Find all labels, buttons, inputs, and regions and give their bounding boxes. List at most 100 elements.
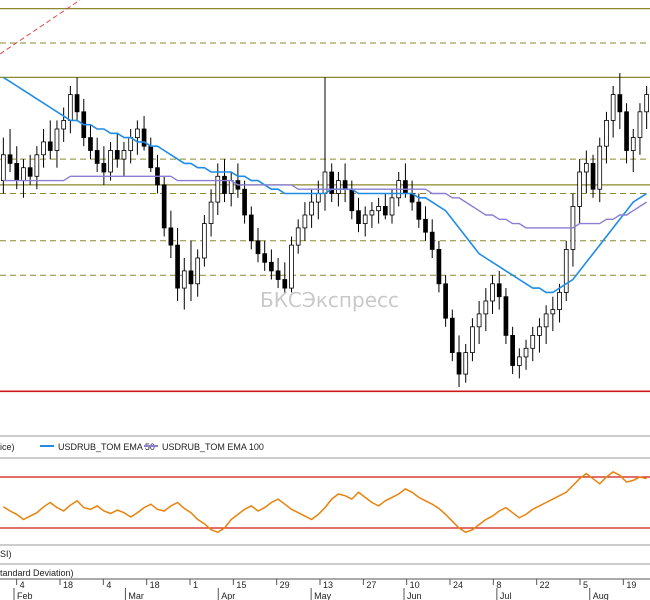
candle-body <box>295 227 301 246</box>
candle-body <box>1 154 6 182</box>
x-tick-label: 15 <box>236 580 246 590</box>
candle-body <box>275 270 281 280</box>
candles <box>1 73 649 387</box>
candle-body <box>148 145 154 169</box>
candle-body <box>590 162 596 190</box>
x-tick-label: 18 <box>150 580 160 590</box>
candle-body <box>423 218 428 233</box>
candle-body <box>476 313 482 328</box>
candle-body <box>496 283 502 298</box>
candle-body <box>362 214 368 224</box>
candle-body <box>181 270 187 289</box>
candle-body <box>309 201 314 216</box>
candle-body <box>550 309 556 315</box>
x-tick-label: 4 <box>106 580 111 590</box>
candle-body <box>27 167 33 177</box>
month-label: Apr <box>221 591 235 600</box>
candle-body <box>530 334 536 349</box>
candle-body <box>269 261 274 272</box>
candle-body <box>443 283 448 319</box>
candle-body <box>369 210 375 216</box>
candle-body <box>14 162 20 181</box>
candle-body <box>597 145 603 190</box>
candle-body <box>630 137 636 151</box>
candle-body <box>463 352 469 375</box>
candle-body <box>302 214 308 229</box>
candle-body <box>94 150 100 164</box>
candle-body <box>282 279 288 289</box>
candle-body <box>429 231 435 250</box>
month-label: Aug <box>593 591 609 600</box>
candle-body <box>195 257 201 285</box>
candle-body <box>168 227 174 246</box>
price-panel: БКСЭкспресс <box>0 0 650 393</box>
month-label: May <box>314 591 332 600</box>
candle-body <box>503 296 509 336</box>
candle-body <box>21 167 26 181</box>
chart-canvas: БКСЭкспресс ice) USDRUB_TOM EMA 50 USDRU… <box>0 0 650 600</box>
candle-body <box>577 171 582 207</box>
candle-body <box>161 184 167 229</box>
candle-body <box>563 248 569 293</box>
candle-body <box>537 326 542 336</box>
candle-body <box>121 150 127 160</box>
candle-body <box>34 154 40 177</box>
candle-body <box>222 175 227 194</box>
candle-body <box>41 141 46 156</box>
candle-body <box>188 270 194 285</box>
candle-body <box>322 171 328 194</box>
candle-body <box>624 111 629 151</box>
lower-legend-partial-text: tandard Deviation) <box>0 568 74 578</box>
candle-body <box>74 94 80 113</box>
candle-body <box>543 313 549 328</box>
candle-body <box>617 94 623 113</box>
candle-body <box>342 180 348 190</box>
x-tick-label: 19 <box>626 580 636 590</box>
candle-body <box>289 244 294 289</box>
watermark: БКСЭкспресс <box>260 288 399 312</box>
x-tick-label: 13 <box>323 580 333 590</box>
candle-body <box>449 317 455 354</box>
candle-body <box>248 214 254 242</box>
candle-body <box>456 352 462 375</box>
candle-body <box>88 137 93 151</box>
candle-body <box>242 188 247 216</box>
candle-body <box>583 162 589 173</box>
candle-body <box>7 154 13 164</box>
candle-body <box>523 347 529 358</box>
candle-body <box>349 188 355 212</box>
oscillator-panel <box>0 471 650 534</box>
candle-body <box>389 197 395 216</box>
x-tick-label: 27 <box>366 580 376 590</box>
candle-body <box>108 150 113 173</box>
oscillator-line <box>3 471 647 534</box>
candle-body <box>637 111 643 139</box>
candle-body <box>262 253 268 263</box>
x-tick-label: 18 <box>63 580 73 590</box>
candle-body <box>54 128 60 151</box>
candle-body <box>356 210 361 224</box>
month-label: Feb <box>17 591 33 600</box>
candle-body <box>101 162 107 173</box>
legend: ice) USDRUB_TOM EMA 50 USDRUB_TOM EMA 10… <box>0 442 264 452</box>
candle-body <box>61 120 67 130</box>
x-axis: 4 18 4 18 1 15 29 13 27 10 24 8 22 5 19Feb Mar Apr May Jun… <box>13 579 636 600</box>
candle-body <box>416 201 422 220</box>
x-tick-label: 10 <box>410 580 420 590</box>
candle-body <box>47 141 53 151</box>
x-tick-label: 29 <box>280 580 290 590</box>
candle-body <box>208 201 214 225</box>
oscillator-partial-label: SI) <box>0 549 12 559</box>
candle-body <box>490 283 495 302</box>
candle-body <box>175 244 180 289</box>
legend-ema100-label: USDRUB_TOM EMA 100 <box>162 442 264 452</box>
candle-body <box>128 137 134 151</box>
candle-body <box>436 248 442 285</box>
x-tick-label: 5 <box>583 580 588 590</box>
candle-body <box>114 150 120 160</box>
candle-body <box>516 356 522 366</box>
legend-ema50-label: USDRUB_TOM EMA 50 <box>58 442 155 452</box>
month-label: Jun <box>407 591 422 600</box>
candle-body <box>315 193 321 203</box>
x-tick-label: 4 <box>20 580 25 590</box>
